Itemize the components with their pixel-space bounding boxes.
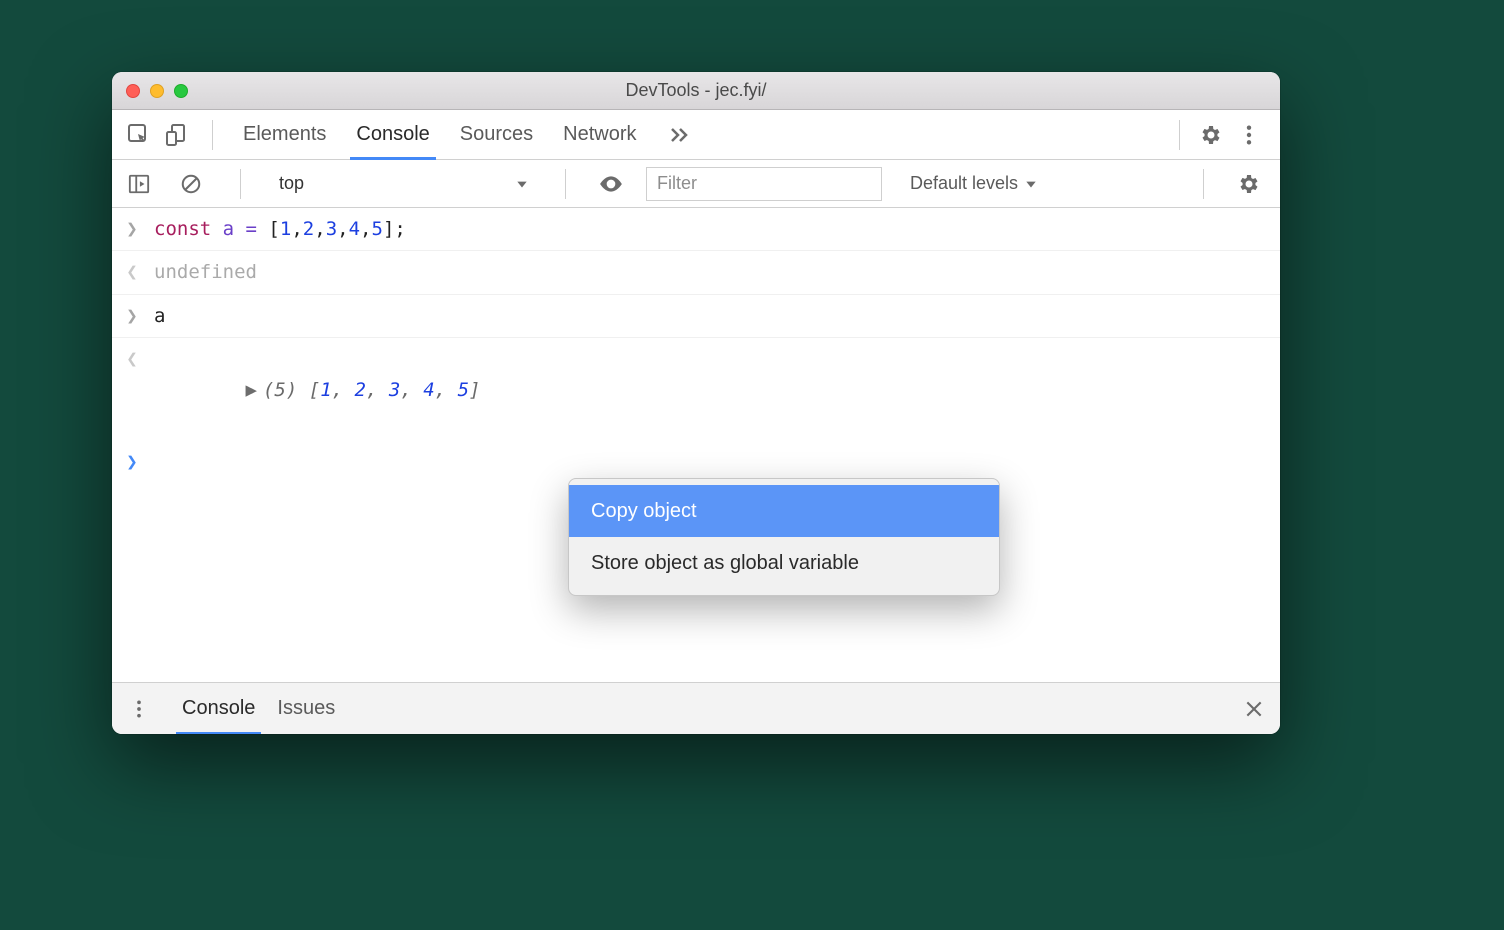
prompt-icon: ❯	[124, 301, 140, 331]
tab-label: Console	[182, 697, 255, 720]
code-line: a	[154, 301, 165, 331]
divider	[212, 120, 213, 150]
tab-console[interactable]: Console	[356, 110, 429, 159]
sidebar-icon	[128, 173, 150, 195]
divider	[1179, 120, 1180, 150]
triangle-right-icon[interactable]: ▶	[246, 379, 257, 401]
result-icon: ❮	[124, 344, 140, 374]
context-label: top	[279, 173, 304, 194]
kebab-icon	[1238, 124, 1260, 146]
console-input-row[interactable]: ❯ a	[112, 295, 1280, 338]
device-toolbar-icon[interactable]	[160, 118, 194, 152]
settings-button[interactable]	[1194, 118, 1228, 152]
execution-context-select[interactable]: top	[269, 168, 537, 200]
drawer-menu-button[interactable]	[122, 692, 156, 726]
divider	[1203, 169, 1204, 199]
console-input-row[interactable]: ❯ const a = [1,2,3,4,5];	[112, 208, 1280, 251]
ban-icon	[180, 173, 202, 195]
tab-network[interactable]: Network	[563, 110, 636, 159]
panel-tabs: Elements Console Sources Network	[243, 110, 691, 159]
inspect-element-icon[interactable]	[122, 118, 156, 152]
code-line: const a = [1,2,3,4,5];	[154, 214, 406, 244]
console-result-row[interactable]: ❮ ▶(5) [1, 2, 3, 4, 5]	[112, 338, 1280, 441]
tab-label: Console	[356, 123, 429, 146]
triangle-down-icon	[515, 177, 529, 191]
titlebar: DevTools - jec.fyi/	[112, 72, 1280, 110]
menu-item-label: Store object as global variable	[591, 552, 859, 574]
menu-item-copy-object[interactable]: Copy object	[569, 485, 999, 537]
console-settings-button[interactable]	[1232, 167, 1266, 201]
window-title: DevTools - jec.fyi/	[112, 80, 1280, 101]
result-value: undefined	[154, 257, 257, 287]
console-output: ❯ const a = [1,2,3,4,5]; ❮ undefined ❯ a…	[112, 208, 1280, 682]
result-icon: ❮	[124, 257, 140, 287]
log-levels-select[interactable]: Default levels	[910, 173, 1038, 194]
tab-label: Elements	[243, 123, 326, 146]
divider	[565, 169, 566, 199]
prompt-icon: ❯	[124, 214, 140, 244]
tab-label: Network	[563, 123, 636, 146]
chevron-double-right-icon	[667, 123, 691, 147]
close-icon	[1244, 699, 1264, 719]
triangle-down-icon	[1024, 177, 1038, 191]
drawer-tab-bar: Console Issues	[112, 682, 1280, 734]
tab-sources[interactable]: Sources	[460, 110, 533, 159]
toggle-sidebar-button[interactable]	[122, 167, 156, 201]
divider	[240, 169, 241, 199]
drawer-tab-console[interactable]: Console	[182, 683, 255, 734]
zoom-window-button[interactable]	[174, 84, 188, 98]
tab-label: Sources	[460, 123, 533, 146]
context-menu: Copy object Store object as global varia…	[568, 478, 1000, 596]
main-tab-bar: Elements Console Sources Network	[112, 110, 1280, 160]
minimize-window-button[interactable]	[150, 84, 164, 98]
menu-item-label: Copy object	[591, 500, 697, 522]
gear-icon	[1237, 172, 1261, 196]
prompt-icon: ❯	[124, 447, 140, 477]
menu-item-store-global[interactable]: Store object as global variable	[569, 537, 999, 589]
prompt-input[interactable]	[154, 447, 165, 477]
live-expression-button[interactable]	[594, 167, 628, 201]
tab-elements[interactable]: Elements	[243, 110, 326, 159]
close-window-button[interactable]	[126, 84, 140, 98]
levels-label: Default levels	[910, 173, 1018, 194]
window-controls	[126, 84, 188, 98]
console-toolbar: top Default levels	[112, 160, 1280, 208]
main-menu-button[interactable]	[1232, 118, 1266, 152]
tab-label: Issues	[277, 697, 335, 720]
close-drawer-button[interactable]	[1238, 693, 1270, 725]
eye-icon	[598, 171, 624, 197]
devtools-window: DevTools - jec.fyi/ Elements Console Sou…	[112, 72, 1280, 734]
expandable-object[interactable]: ▶(5) [1, 2, 3, 4, 5]	[154, 344, 480, 435]
gear-icon	[1199, 123, 1223, 147]
drawer-tab-issues[interactable]: Issues	[277, 683, 335, 734]
console-result-row: ❮ undefined	[112, 251, 1280, 294]
filter-input[interactable]	[646, 167, 882, 201]
more-tabs-button[interactable]	[667, 110, 691, 159]
clear-console-button[interactable]	[174, 167, 208, 201]
kebab-icon	[129, 699, 149, 719]
